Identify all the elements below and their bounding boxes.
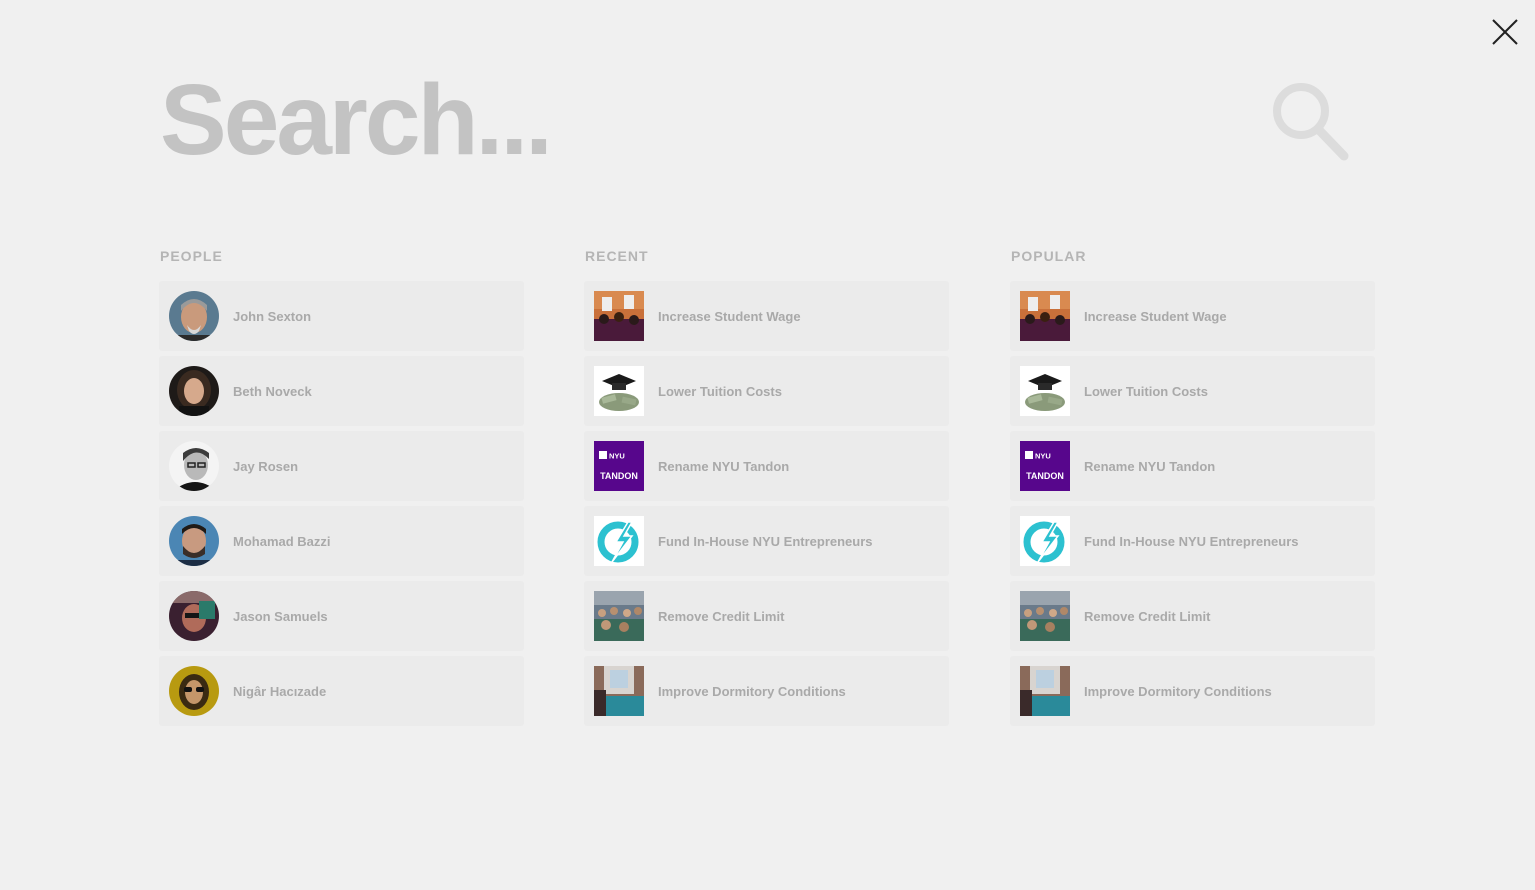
search-input[interactable] [160, 68, 1240, 172]
item-label: Remove Credit Limit [1084, 608, 1211, 624]
tandon-logo-line2: TANDON [600, 471, 638, 481]
classroom-image [1020, 591, 1070, 641]
graduation-cap-money-image [594, 366, 644, 416]
entrepreneurs-logo [1020, 516, 1070, 566]
recent-item-rename-nyu-tandon[interactable]: NYU TANDON Rename NYU Tandon [584, 431, 949, 501]
tandon-logo-line1: NYU [609, 452, 625, 461]
person-name: John Sexton [233, 308, 312, 324]
person-card-beth-noveck[interactable]: Beth Noveck [159, 356, 524, 426]
person-card-jay-rosen[interactable]: Jay Rosen [159, 431, 524, 501]
person-name: Jay Rosen [233, 458, 299, 474]
popular-section: POPULAR Increase Student Wage Lower Tuit… [1010, 247, 1375, 731]
person-card-john-sexton[interactable]: John Sexton [159, 281, 524, 351]
avatar [169, 366, 219, 416]
recent-item-fund-entrepreneurs[interactable]: Fund In-House NYU Entrepreneurs [584, 506, 949, 576]
nyu-tandon-logo: NYU TANDON [1020, 441, 1070, 491]
recent-item-lower-tuition-costs[interactable]: Lower Tuition Costs [584, 356, 949, 426]
item-label: Fund In-House NYU Entrepreneurs [658, 533, 873, 549]
close-button[interactable] [1489, 16, 1521, 48]
popular-item-lower-tuition-costs[interactable]: Lower Tuition Costs [1010, 356, 1375, 426]
popular-item-fund-entrepreneurs[interactable]: Fund In-House NYU Entrepreneurs [1010, 506, 1375, 576]
dorm-room-image [594, 666, 644, 716]
popular-item-increase-student-wage[interactable]: Increase Student Wage [1010, 281, 1375, 351]
recent-item-improve-dormitory[interactable]: Improve Dormitory Conditions [584, 656, 949, 726]
protest-image [1020, 291, 1070, 341]
protest-image [594, 291, 644, 341]
recent-section: RECENT Increase Student Wage Lower Tuiti… [584, 247, 949, 731]
popular-item-improve-dormitory[interactable]: Improve Dormitory Conditions [1010, 656, 1375, 726]
person-name: Beth Noveck [233, 383, 312, 399]
recent-item-increase-student-wage[interactable]: Increase Student Wage [584, 281, 949, 351]
item-label: Lower Tuition Costs [658, 383, 782, 399]
avatar [169, 666, 219, 716]
tandon-logo-line1: NYU [1035, 452, 1051, 461]
recent-heading: RECENT [585, 248, 649, 264]
close-icon [1492, 19, 1518, 45]
popular-item-rename-nyu-tandon[interactable]: NYU TANDON Rename NYU Tandon [1010, 431, 1375, 501]
person-card-jason-samuels[interactable]: Jason Samuels [159, 581, 524, 651]
tandon-logo-line2: TANDON [1026, 471, 1064, 481]
avatar [169, 591, 219, 641]
item-label: Fund In-House NYU Entrepreneurs [1084, 533, 1299, 549]
graduation-cap-money-image [1020, 366, 1070, 416]
entrepreneurs-logo [594, 516, 644, 566]
avatar [169, 291, 219, 341]
recent-item-remove-credit-limit[interactable]: Remove Credit Limit [584, 581, 949, 651]
dorm-room-image [1020, 666, 1070, 716]
item-label: Rename NYU Tandon [1084, 458, 1216, 474]
person-card-nigar-hacizade[interactable]: Nigâr Hacızade [159, 656, 524, 726]
item-label: Remove Credit Limit [658, 608, 785, 624]
nyu-tandon-logo: NYU TANDON [594, 441, 644, 491]
popular-item-remove-credit-limit[interactable]: Remove Credit Limit [1010, 581, 1375, 651]
item-label: Increase Student Wage [1084, 308, 1227, 324]
person-name: Nigâr Hacızade [233, 683, 327, 699]
item-label: Increase Student Wage [658, 308, 801, 324]
people-heading: PEOPLE [160, 248, 223, 264]
avatar [169, 441, 219, 491]
item-label: Improve Dormitory Conditions [658, 683, 846, 699]
item-label: Rename NYU Tandon [658, 458, 790, 474]
people-section: PEOPLE John Sexton Beth Noveck Jay Rosen… [159, 247, 524, 731]
search-button[interactable] [1270, 80, 1350, 162]
search-bar [160, 60, 1360, 180]
item-label: Lower Tuition Costs [1084, 383, 1208, 399]
search-icon [1273, 83, 1349, 161]
popular-heading: POPULAR [1011, 248, 1087, 264]
item-label: Improve Dormitory Conditions [1084, 683, 1272, 699]
person-card-mohamad-bazzi[interactable]: Mohamad Bazzi [159, 506, 524, 576]
avatar [169, 516, 219, 566]
person-name: Mohamad Bazzi [233, 533, 331, 549]
classroom-image [594, 591, 644, 641]
person-name: Jason Samuels [233, 608, 328, 624]
